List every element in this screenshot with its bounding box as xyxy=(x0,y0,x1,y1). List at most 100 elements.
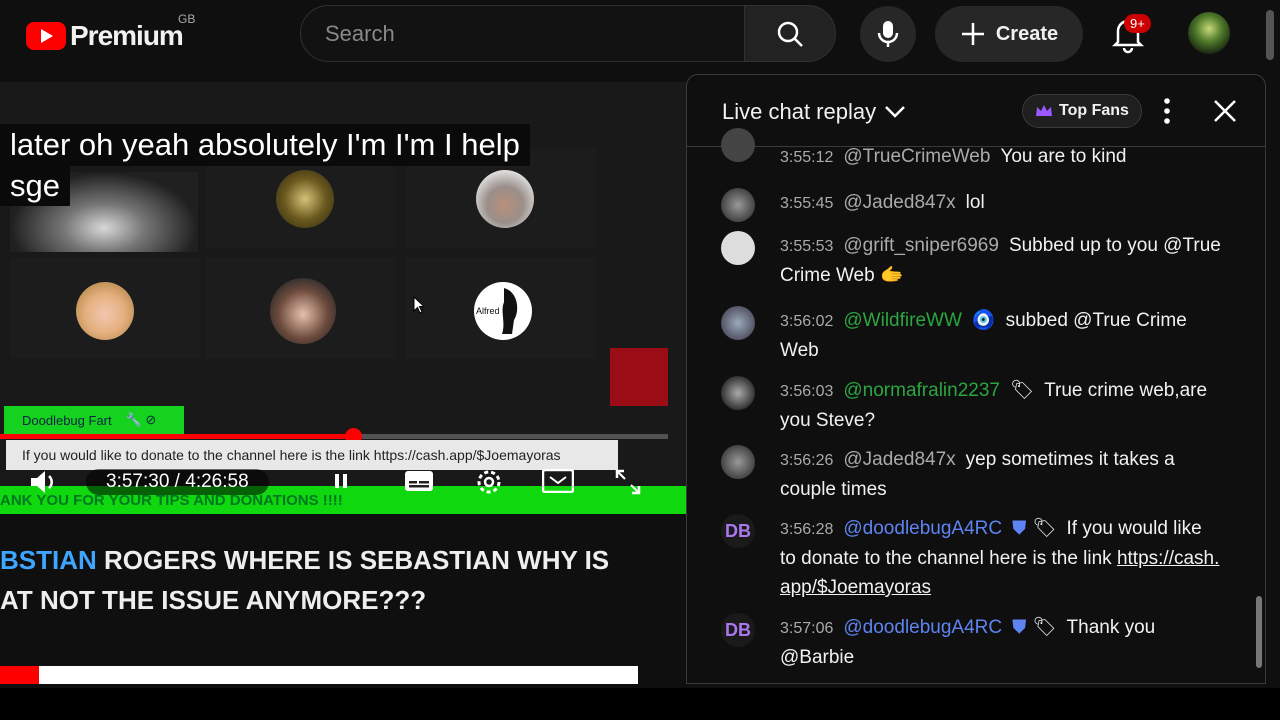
live-caption-line1: later oh yeah absolutely I'm I'm I help xyxy=(0,124,530,166)
message-time: 3:56:02 xyxy=(780,313,834,330)
ticker-line2: AT NOT THE ISSUE ANYMORE??? xyxy=(0,585,427,615)
search-button[interactable] xyxy=(744,5,836,62)
message-author: @normafralin2237 xyxy=(843,380,1000,401)
message-time: 3:55:12 xyxy=(780,149,834,166)
wrench-icon: 🔧 ⊘ xyxy=(125,412,157,427)
chat-message: DB 3:56:28 @doodlebugA4RC ⛊ 🏷 If you would l… xyxy=(721,514,1221,602)
crown-icon xyxy=(1036,105,1053,116)
player-controls: 3:57:30 / 4:26:58 xyxy=(0,466,686,496)
participant-avatar xyxy=(270,278,336,344)
close-icon[interactable] xyxy=(1211,97,1239,125)
chat-avatar xyxy=(721,376,755,410)
volume-icon[interactable] xyxy=(28,468,60,496)
message-time: 3:55:45 xyxy=(780,195,834,212)
chat-message: 3:56:03 @normafralin2237 🏷 True crime web,a… xyxy=(721,376,1221,435)
progress-played xyxy=(0,434,353,439)
chat-avatar xyxy=(721,445,755,479)
participant-tile xyxy=(206,258,396,358)
settings-gear-icon[interactable] xyxy=(474,467,504,497)
ticker-line1: BSTIAN ROGERS WHERE IS SEBASTIAN WHY IS xyxy=(0,540,686,580)
member-badge-icon: 🧿 xyxy=(971,310,996,331)
subtitles-icon[interactable] xyxy=(404,470,434,492)
top-fans-label: Top Fans xyxy=(1059,102,1129,119)
time-current: 3:57:30 xyxy=(106,471,170,492)
ticker-rest: ROGERS WHERE IS SEBASTIAN WHY IS xyxy=(96,545,610,575)
chat-avatar xyxy=(721,231,755,265)
voice-search-button[interactable] xyxy=(860,6,916,62)
video-player[interactable]: Alfred later oh yeah absolutely I'm I'm … xyxy=(0,82,686,514)
top-fans-button[interactable]: Top Fans xyxy=(1022,94,1142,128)
bottom-banner xyxy=(0,666,638,684)
participant-avatar xyxy=(476,170,534,228)
region-label: GB xyxy=(178,12,196,26)
message-text: You are to kind xyxy=(1000,146,1127,167)
message-author: @WildfireWW xyxy=(843,310,962,331)
donor-alert: Doodlebug Fart 🔧 ⊘ xyxy=(4,406,184,434)
search-icon xyxy=(777,21,803,47)
message-author: @doodlebugA4RC xyxy=(843,617,1003,638)
chat-scrollbar[interactable] xyxy=(1256,596,1262,668)
youtube-premium-logo[interactable]: Premium xyxy=(26,20,184,52)
bottom-banner-accent xyxy=(0,666,39,684)
message-text: lol xyxy=(965,192,985,213)
more-options-icon[interactable] xyxy=(1159,97,1175,125)
time-total: 4:26:58 xyxy=(185,471,249,492)
plus-icon xyxy=(961,23,984,45)
participant-name: Alfred xyxy=(476,306,500,316)
moderator-shield-icon: ⛊ xyxy=(1012,617,1027,638)
message-author: @grift_sniper6969 xyxy=(843,235,999,256)
chat-message: 3:56:26 @Jaded847x yep sometimes it takes … xyxy=(721,445,1221,504)
message-text: yep sometimes it takes a couple times xyxy=(780,449,1175,500)
search-box[interactable] xyxy=(300,5,745,62)
live-chat-panel: Live chat replay Top Fans 3:55:12 @TrueCr… xyxy=(686,74,1266,684)
message-time: 3:56:28 xyxy=(780,521,834,538)
page-footer xyxy=(0,688,1280,720)
create-button[interactable]: Create xyxy=(935,6,1083,62)
message-time: 3:56:03 xyxy=(780,383,834,400)
message-time: 3:55:53 xyxy=(780,238,834,255)
account-avatar[interactable] xyxy=(1188,12,1230,54)
participant-avatar: Alfred xyxy=(474,282,532,340)
chevron-down-icon xyxy=(885,106,905,118)
message-author: @Jaded847x xyxy=(843,449,956,470)
pause-icon[interactable] xyxy=(330,470,352,492)
time-display: 3:57:30 / 4:26:58 xyxy=(86,469,269,495)
chat-message: 3:56:02 @WildfireWW 🧿 subbed @True Crime We… xyxy=(721,306,1221,365)
fullscreen-icon[interactable] xyxy=(614,468,642,496)
chat-message: 3:55:53 @grift_sniper6969 Subbed up to you… xyxy=(721,231,1221,290)
chat-mode-dropdown[interactable]: Live chat replay xyxy=(722,99,906,125)
chat-header: Live chat replay Top Fans xyxy=(687,75,1265,147)
member-badge-icon: 🏷 xyxy=(1032,518,1057,539)
donor-name: Doodlebug Fart xyxy=(22,412,112,428)
chat-message: DB 3:57:06 @doodlebugA4RC ⛊ 🏷 Thank you @Bar… xyxy=(721,613,1221,672)
miniplayer-icon[interactable] xyxy=(542,469,574,493)
notifications-badge: 9+ xyxy=(1124,14,1151,33)
message-time: 3:56:26 xyxy=(780,452,834,469)
ticker-highlight: BSTIAN xyxy=(0,545,97,575)
chat-avatar: DB xyxy=(721,613,755,647)
message-author: @Jaded847x xyxy=(843,192,956,213)
page-scrollbar[interactable] xyxy=(1266,10,1274,60)
play-logo-icon xyxy=(26,22,66,50)
message-author: @TrueCrimeWeb xyxy=(843,146,991,167)
chat-message-list[interactable]: 3:55:12 @TrueCrimeWeb You are to kind 3:55… xyxy=(687,128,1265,683)
mouse-cursor-icon xyxy=(413,296,425,314)
participant-avatar xyxy=(76,282,134,340)
participant-tile xyxy=(10,258,200,358)
message-author: @doodlebugA4RC xyxy=(843,518,1003,539)
participant-tile: Alfred xyxy=(406,258,596,358)
member-badge-icon: 🏷 xyxy=(1009,380,1035,401)
chat-message: 3:55:45 @Jaded847x lol xyxy=(721,188,1221,222)
message-time: 3:57:06 xyxy=(780,620,834,637)
brand-text: Premium xyxy=(70,20,184,51)
chat-title: Live chat replay xyxy=(722,99,877,124)
create-label: Create xyxy=(995,22,1059,45)
participant-avatar xyxy=(276,170,334,228)
channel-logo xyxy=(610,348,668,406)
chat-avatar: DB xyxy=(721,514,755,548)
search-input[interactable] xyxy=(301,6,744,61)
chat-message: 3:55:12 @TrueCrimeWeb You are to kind xyxy=(721,128,1221,172)
member-badge-icon: 🏷 xyxy=(1032,617,1057,638)
chat-avatar xyxy=(721,188,755,222)
live-caption-line2: sge xyxy=(0,166,70,206)
